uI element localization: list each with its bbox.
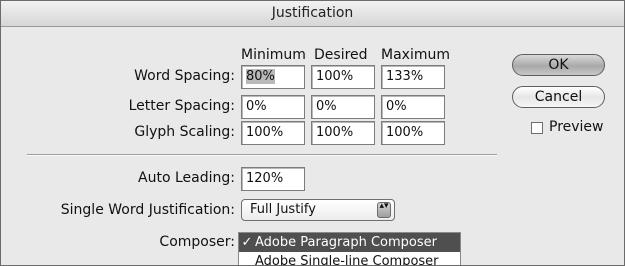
composer-option-label: Adobe Single-line Composer [255, 254, 439, 266]
single-word-justification-popup[interactable]: Full Justify ▴▾ [241, 199, 395, 221]
letter-spacing-label: Letter Spacing: [128, 98, 235, 114]
glyph-scaling-minimum-field[interactable]: 100% [241, 121, 305, 145]
glyph-scaling-maximum-field[interactable]: 100% [381, 121, 445, 145]
word-spacing-desired-field[interactable]: 100% [311, 65, 375, 89]
single-word-justification-value: Full Justify [250, 202, 316, 217]
dialog-title: Justification [1, 1, 624, 27]
letter-spacing-maximum-field[interactable]: 0% [381, 95, 445, 119]
cancel-button[interactable]: Cancel [512, 86, 605, 108]
single-word-justification-label: Single Word Justification: [60, 202, 235, 218]
composer-option-single-line[interactable]: Adobe Single-line Composer [239, 252, 460, 266]
column-header-desired: Desired [314, 47, 368, 63]
column-header-minimum: Minimum [241, 47, 306, 63]
ok-button[interactable]: OK [512, 54, 605, 76]
glyph-scaling-desired-field[interactable]: 100% [311, 121, 375, 145]
preview-checkbox[interactable] [531, 122, 543, 134]
preview-label: Preview [549, 119, 604, 135]
glyph-scaling-label: Glyph Scaling: [134, 124, 235, 140]
letter-spacing-minimum-field[interactable]: 0% [241, 95, 305, 119]
word-spacing-label: Word Spacing: [134, 68, 235, 84]
checkmark-icon: ✓ [241, 235, 253, 250]
word-spacing-minimum-field[interactable]: 80% [241, 65, 305, 89]
composer-menu[interactable]: ✓ Adobe Paragraph Composer Adobe Single-l… [238, 232, 461, 266]
composer-option-label: Adobe Paragraph Composer [255, 235, 437, 250]
composer-option-paragraph[interactable]: ✓ Adobe Paragraph Composer [239, 233, 460, 252]
popup-arrows-icon: ▴▾ [377, 202, 391, 218]
auto-leading-label: Auto Leading: [138, 170, 235, 186]
auto-leading-field[interactable]: 120% [241, 167, 305, 191]
letter-spacing-desired-field[interactable]: 0% [311, 95, 375, 119]
composer-label: Composer: [159, 234, 235, 250]
justification-dialog: Justification Minimum Desired Maximum Wo… [0, 0, 625, 266]
word-spacing-minimum-value: 80% [246, 69, 275, 84]
column-header-maximum: Maximum [381, 47, 450, 63]
section-divider [27, 154, 497, 156]
word-spacing-maximum-field[interactable]: 133% [381, 65, 445, 89]
